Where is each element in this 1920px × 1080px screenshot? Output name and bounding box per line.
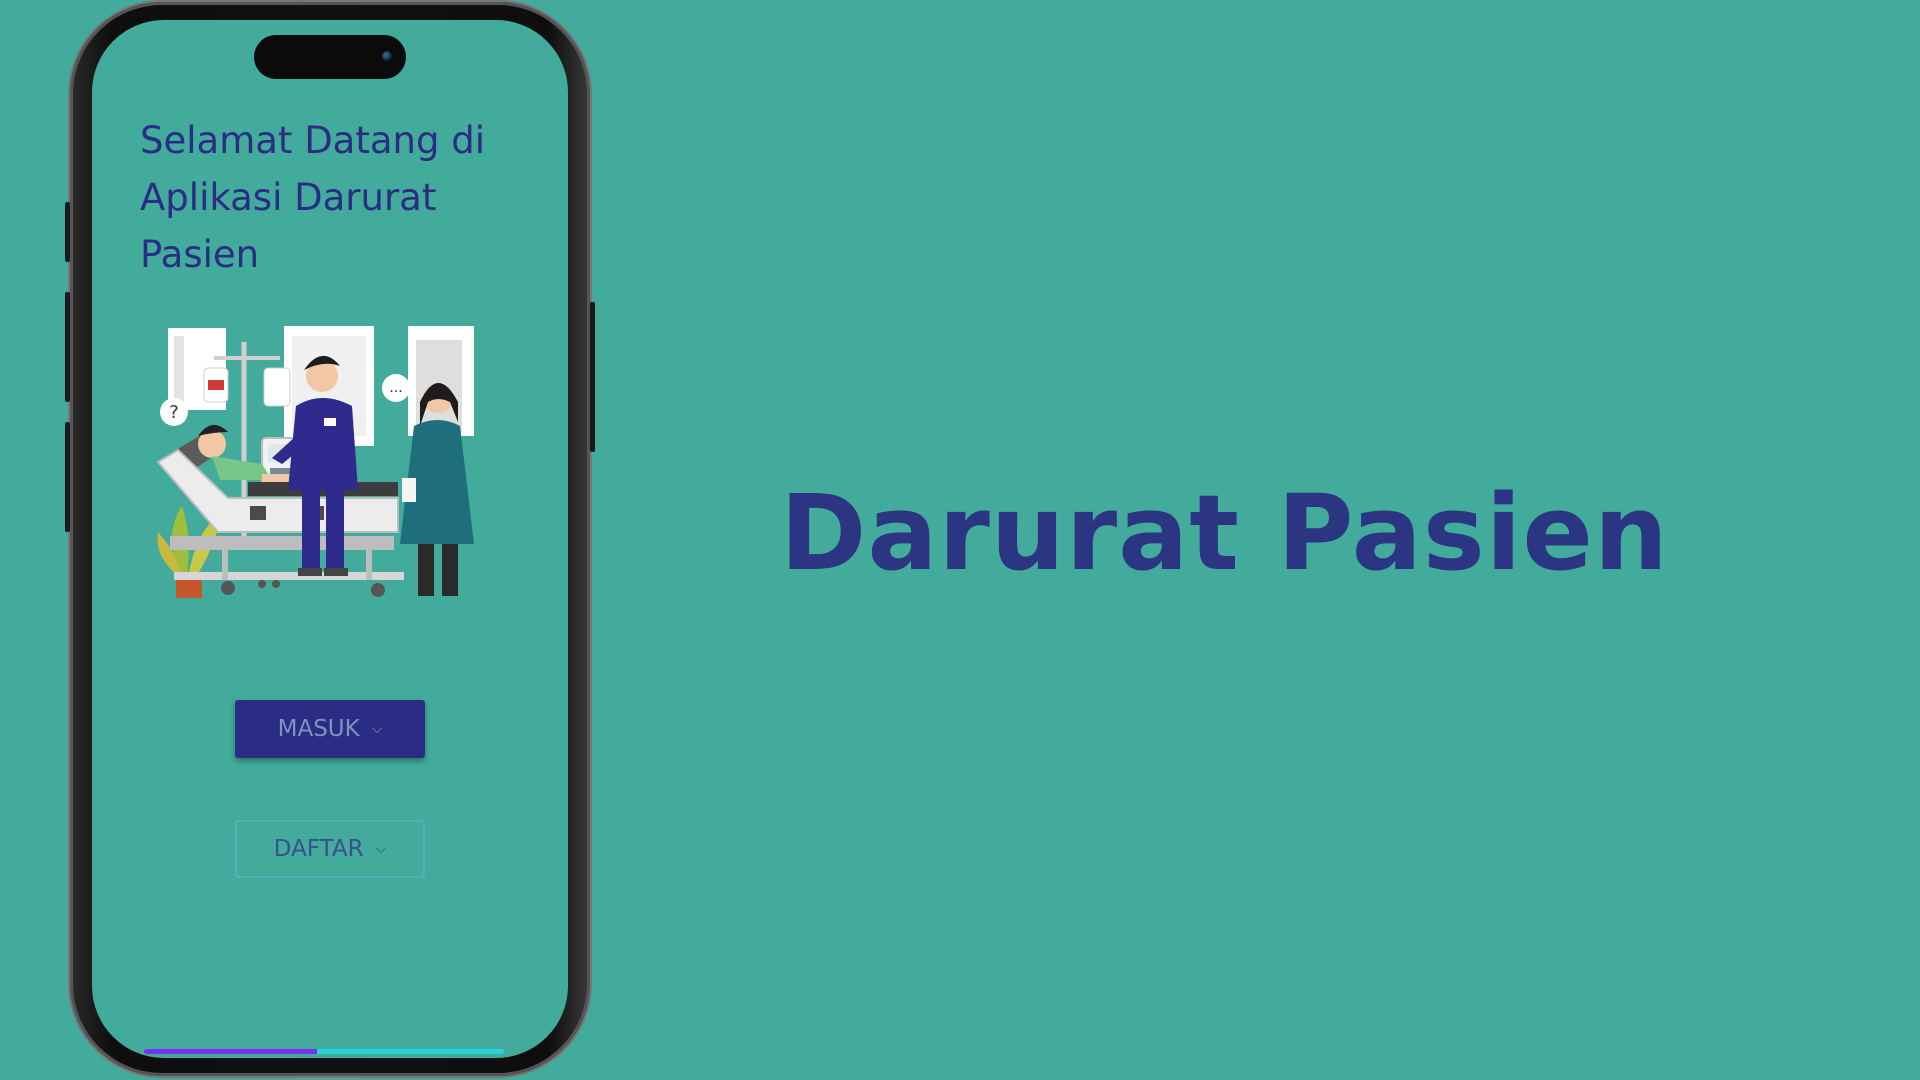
app-name-title: Darurat Pasien xyxy=(780,472,1669,594)
speech-bubble: ... xyxy=(389,380,402,396)
camera-icon xyxy=(382,51,392,61)
power-button xyxy=(590,302,595,452)
register-button-label: DAFTAR xyxy=(273,836,364,862)
dynamic-island xyxy=(254,35,406,79)
login-button[interactable]: MASUK ⌵ xyxy=(235,700,425,758)
side-button xyxy=(65,422,70,532)
side-button xyxy=(65,202,70,262)
welcome-title: Selamat Datang di Aplikasi Darurat Pasie… xyxy=(140,119,485,276)
register-button[interactable]: DAFTAR ⌵ xyxy=(235,820,425,878)
login-button-label: MASUK xyxy=(277,716,360,742)
side-button xyxy=(65,292,70,402)
chevron-down-icon: ⌵ xyxy=(375,841,387,857)
chevron-down-icon: ⌵ xyxy=(371,721,383,737)
app-screen: Selamat Datang di Aplikasi Darurat Pasie… xyxy=(92,20,568,1058)
home-indicator xyxy=(144,1049,504,1054)
hospital-illustration: ? ... xyxy=(156,326,474,598)
question-bubble: ? xyxy=(169,402,179,423)
phone-frame: Selamat Datang di Aplikasi Darurat Pasie… xyxy=(65,2,595,1076)
